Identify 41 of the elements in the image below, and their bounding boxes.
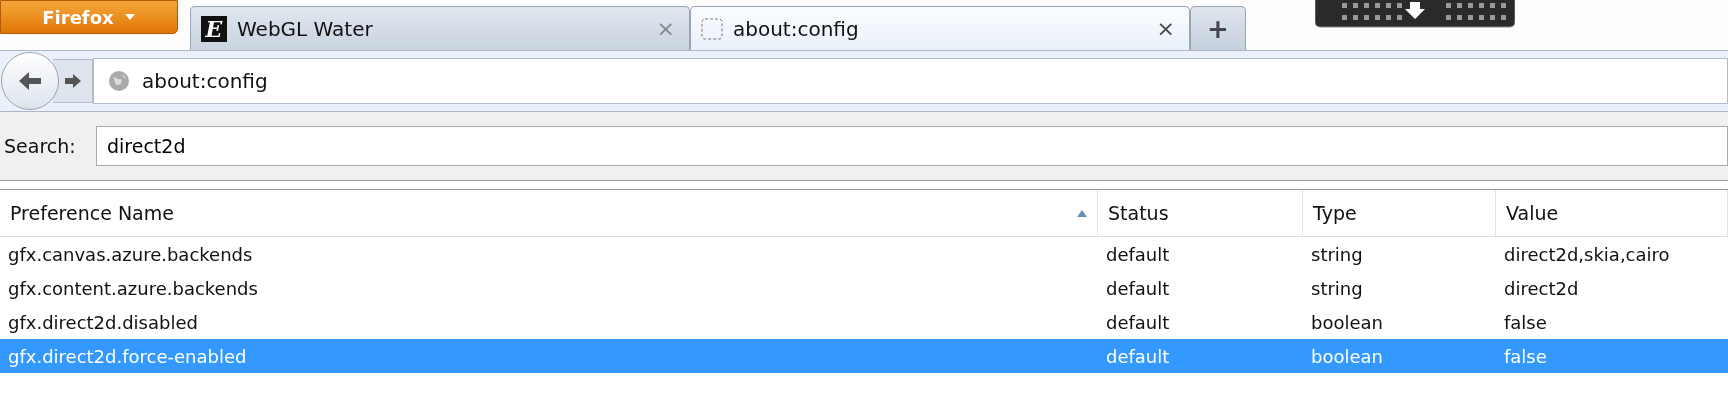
- table-cell-text: direct2d: [1503, 277, 1580, 299]
- table-cell-text: default: [1105, 345, 1171, 367]
- column-header[interactable]: Status: [1098, 190, 1303, 236]
- table-cell-text: false: [1503, 345, 1548, 367]
- table-cell-text: default: [1105, 277, 1171, 299]
- table-cell-text: default: [1105, 243, 1171, 265]
- table-cell-text: gfx.canvas.azure.backends: [7, 243, 254, 265]
- table-row[interactable]: gfx.canvas.azure.backends default string direct2d,skia,cairo: [0, 237, 1728, 271]
- table-cell-text: boolean: [1310, 345, 1384, 367]
- new-tab-button[interactable]: +: [1190, 6, 1246, 50]
- column-header[interactable]: Preference Name: [0, 190, 1098, 236]
- table-cell-text: direct2d,skia,cairo: [1503, 243, 1671, 265]
- back-arrow-icon: [17, 70, 43, 92]
- table-cell-text: string: [1310, 277, 1364, 299]
- browser-tab[interactable]: about:config ×: [690, 6, 1190, 50]
- browser-tab[interactable]: E WebGL Water ×: [190, 6, 690, 50]
- table-cell-text: string: [1310, 243, 1364, 265]
- table-row[interactable]: gfx.direct2d.disabled default boolean false: [0, 305, 1728, 339]
- table-cell-text: default: [1105, 311, 1171, 333]
- caret-icon: [123, 13, 136, 21]
- search-label: Search:: [4, 135, 77, 157]
- table-cell-text: boolean: [1310, 311, 1384, 333]
- back-button[interactable]: [1, 52, 59, 110]
- forward-arrow-icon: [63, 73, 82, 89]
- column-header[interactable]: Type: [1303, 190, 1496, 236]
- site-icon: E: [201, 15, 227, 42]
- table-row[interactable]: gfx.content.azure.backends default string direct2d: [0, 271, 1728, 305]
- table-cell-text: gfx.content.azure.backends: [7, 277, 259, 299]
- table-cell-text: gfx.direct2d.force-enabled: [7, 345, 248, 367]
- sort-arrow-icon: [1077, 209, 1087, 217]
- address-field[interactable]: about:config: [93, 58, 1728, 104]
- tab-title: about:config: [733, 16, 860, 41]
- table-cell-text: false: [1503, 311, 1548, 333]
- tab-title: WebGL Water: [237, 16, 374, 41]
- column-header[interactable]: Value: [1496, 190, 1728, 236]
- search-field[interactable]: direct2d: [96, 126, 1728, 166]
- table-cell-text: gfx.direct2d.disabled: [7, 311, 199, 333]
- forward-button[interactable]: [53, 59, 93, 103]
- globe-icon: [108, 70, 130, 92]
- blank-page-icon: [701, 17, 723, 40]
- close-icon[interactable]: ×: [1156, 16, 1175, 41]
